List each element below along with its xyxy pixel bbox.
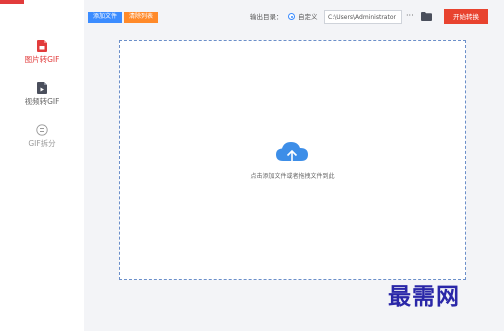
folder-icon[interactable] — [421, 12, 432, 21]
sidebar-item-label: 图片转GIF — [24, 55, 60, 64]
watermark-text: 最需网 — [388, 283, 460, 310]
sidebar: 图片转GIF 视频转GIF GIF拆分 — [0, 0, 84, 331]
browse-more-button[interactable]: ··· — [406, 11, 414, 21]
custom-output-radio[interactable] — [288, 13, 295, 20]
app-logo — [0, 0, 24, 4]
output-dir-label: 输出目录： — [250, 13, 283, 21]
cloud-upload-icon — [276, 142, 308, 166]
toolbar: 添加文件 清除列表 输出目录： 自定义 ··· 开始转换 — [84, 0, 504, 34]
sidebar-item-image-to-gif[interactable]: 图片转GIF — [0, 40, 84, 76]
output-path-input[interactable] — [324, 10, 402, 24]
sidebar-item-label: 视频转GIF — [24, 97, 60, 106]
add-file-button[interactable]: 添加文件 — [88, 12, 122, 23]
file-drop-zone[interactable]: 点击添加文件或者拖拽文件到此 — [119, 40, 466, 280]
video-file-icon — [37, 82, 47, 94]
image-file-icon — [37, 40, 47, 52]
start-convert-button[interactable]: 开始转换 — [444, 9, 488, 24]
clear-list-button[interactable]: 清除列表 — [124, 12, 158, 23]
sidebar-item-label: GIF拆分 — [28, 139, 56, 148]
sidebar-item-gif-split[interactable]: GIF拆分 — [0, 124, 84, 160]
drop-hint-text: 点击添加文件或者拖拽文件到此 — [250, 173, 335, 180]
gif-split-icon — [36, 124, 48, 136]
custom-output-label[interactable]: 自定义 — [298, 13, 318, 22]
sidebar-item-video-to-gif[interactable]: 视频转GIF — [0, 82, 84, 118]
